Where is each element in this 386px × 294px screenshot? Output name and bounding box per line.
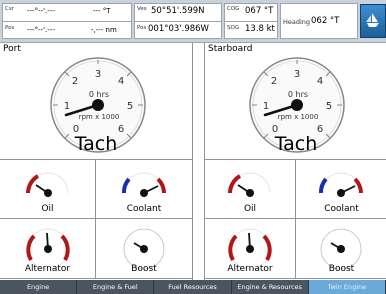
sog-value: 13.8 kt <box>245 24 275 34</box>
csr-pos-cell: Csr ---°--'.--- --- °T Pos ---°--'.--- -… <box>2 3 132 39</box>
ves-pos-value: 001°03'.986W <box>148 24 209 34</box>
port-coolant-gauge: Coolant <box>96 159 192 219</box>
port-oil-label: Oil <box>41 204 54 214</box>
port-tick-4: 4 <box>118 76 124 87</box>
starboard-tick-4: 4 <box>317 76 323 87</box>
starboard-alternator-gauge: Alternator <box>205 219 296 279</box>
tab-engine-fuel[interactable]: Engine & Fuel <box>77 280 155 294</box>
port-boost-gauge: Boost <box>96 219 192 279</box>
page-tabs: Engine Engine & Fuel Fuel Resources Engi… <box>0 280 386 294</box>
starboard-coolant-label: Coolant <box>324 204 359 214</box>
port-boost-label: Boost <box>131 264 157 274</box>
port-panel: Port 0 1 2 3 4 5 6 0 hrs rpm x 1000 Tach… <box>0 43 193 280</box>
cog-value: 067 °T <box>245 6 274 16</box>
starboard-tach-title: Tach <box>274 133 318 155</box>
ves-label: Ves <box>137 6 147 12</box>
heading-label: Heading <box>283 18 311 26</box>
tab-fuel-resources[interactable]: Fuel Resources <box>154 280 232 294</box>
cog-sog-cell: COG 067 °T SOG 13.8 kt <box>224 3 278 39</box>
engine-panels: Port 0 1 2 3 4 5 6 0 hrs rpm x 1000 Tach… <box>0 43 386 280</box>
panel-divider <box>193 43 204 280</box>
tab-engine-resources[interactable]: Engine & Resources <box>232 280 309 294</box>
port-tach-hours: 0 hrs <box>89 90 109 99</box>
starboard-boost-label: Boost <box>328 264 355 274</box>
starboard-tach-hours: 0 hrs <box>288 90 308 99</box>
heading-value: 062 °T <box>311 16 340 26</box>
starboard-boost-gauge: Boost <box>296 219 386 279</box>
starboard-tach-unit: rpm x 1000 <box>278 113 319 121</box>
csr-label: Csr <box>5 6 14 12</box>
port-tach-unit: rpm x 1000 <box>79 113 120 121</box>
vessel-position-cell: Ves 50°51'.599N Pos 001°03'.986W <box>134 3 222 39</box>
starboard-panel: Starboard 0 1 2 3 4 5 6 0 hrs rpm x 1000… <box>204 43 386 280</box>
starboard-alternator-label: Alternator <box>227 264 273 274</box>
starboard-tick-2: 2 <box>271 76 277 87</box>
port-alternator-gauge: Alternator <box>0 219 96 279</box>
port-tick-2: 2 <box>72 76 78 87</box>
port-tach-gauge: Port 0 1 2 3 4 5 6 0 hrs rpm x 1000 Tach <box>0 43 192 160</box>
port-tick-3: 3 <box>95 69 101 80</box>
port-coolant-label: Coolant <box>126 204 162 214</box>
port-oil-gauge: Oil <box>0 159 96 219</box>
pos-value: ---°--'.--- <box>27 26 55 34</box>
boat-icon <box>366 13 379 27</box>
starboard-tach-gauge: Starboard 0 1 2 3 4 5 6 0 hrs rpm x 1000… <box>205 43 386 160</box>
ves-value: 50°51'.599N <box>151 6 205 16</box>
port-tick-1: 1 <box>64 101 70 112</box>
boat-menu-button[interactable] <box>360 4 386 38</box>
starboard-oil-gauge: Oil <box>205 159 296 219</box>
port-alternator-label: Alternator <box>24 264 71 274</box>
starboard-oil-label: Oil <box>243 204 257 214</box>
starboard-tick-3: 3 <box>294 69 300 80</box>
ves-pos-label: Pos <box>137 25 147 31</box>
cog-label: COG <box>227 6 240 12</box>
starboard-tick-5: 5 <box>326 101 332 112</box>
starboard-coolant-gauge: Coolant <box>296 159 386 219</box>
nav-data-bar: Csr ---°--'.--- --- °T Pos ---°--'.--- -… <box>0 0 386 43</box>
port-tick-5: 5 <box>127 101 133 112</box>
tab-twin-engine[interactable]: Twin Engine <box>308 280 386 294</box>
csr-unit: --- °T <box>93 7 111 15</box>
sog-label: SOG <box>227 25 240 31</box>
csr-value: ---°--'.--- <box>27 7 55 15</box>
heading-cell: Heading 062 °T <box>280 3 358 39</box>
pos-unit: -,--- nm <box>91 26 117 34</box>
starboard-tick-1: 1 <box>263 101 269 112</box>
port-tach-title: Tach <box>74 133 118 155</box>
tab-engine[interactable]: Engine <box>0 280 78 294</box>
pos-label: Pos <box>5 25 15 31</box>
